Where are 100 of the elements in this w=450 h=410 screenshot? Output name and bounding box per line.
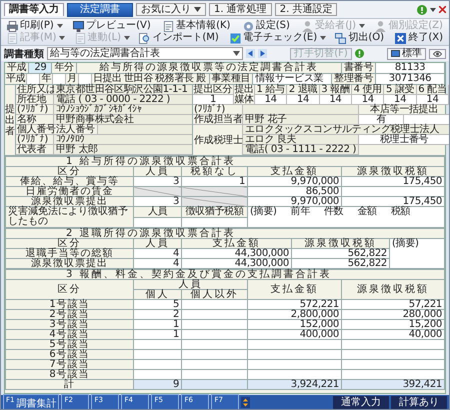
- table-cell[interactable]: 86,500: [248, 186, 342, 196]
- table-cell[interactable]: 562,822: [292, 248, 390, 258]
- media-value[interactable]: 14: [320, 95, 352, 104]
- view-button[interactable]: 標準: [387, 48, 426, 60]
- function-key-button[interactable]: F7: [211, 394, 240, 409]
- caret-icon[interactable]: [320, 36, 326, 40]
- toolbar-button[interactable]: 電子チェック(E): [228, 32, 320, 44]
- date-unit-label: 日提出: [92, 74, 123, 84]
- column-header: 人員: [134, 206, 182, 217]
- menu-button[interactable]: 1. 通常処理: [209, 3, 272, 16]
- table-cell[interactable]: 2,800,000: [248, 310, 342, 320]
- status-text: 計算あり: [391, 396, 447, 408]
- status-text: 通常入力: [333, 396, 389, 408]
- previous-arrow-icon[interactable]: [246, 49, 255, 58]
- field-value[interactable]: 甲野商事株式会社: [54, 115, 192, 125]
- menu-button[interactable]: 2. 共通設定: [274, 3, 338, 16]
- field-value[interactable]: 甲野 花子: [243, 115, 360, 125]
- field-value[interactable]: ｺｳﾉｼｮｳｼﾞｶﾌﾞｼｷｶﾞｲｼｬ: [54, 105, 192, 115]
- table-cell[interactable]: 175,450: [342, 196, 444, 206]
- table-cell[interactable]: 9,970,000: [248, 196, 342, 206]
- table-cell[interactable]: 9,970,000: [248, 176, 342, 186]
- document-type-dropdown[interactable]: 給与等の法定調書合計表: [47, 47, 243, 60]
- field-value[interactable]: ｺｳﾉﾀﾛｳ: [54, 135, 192, 145]
- help-icon[interactable]: [417, 4, 427, 14]
- toolbar-button[interactable]: 印刷(P): [5, 20, 56, 32]
- caret-icon: [233, 51, 240, 56]
- field-value[interactable]: 東京都世田谷区駒沢公園1-1-1: [54, 85, 192, 95]
- spinner-icon[interactable]: [241, 396, 250, 408]
- column-header: 源泉徴収税額: [342, 166, 444, 176]
- section-title: 給与所得の源泉徴収票合計表: [80, 156, 236, 167]
- toolbar-button[interactable]: 基本情報(K): [161, 20, 232, 32]
- field-value[interactable]: 電話( 03 - 1111 - 2222 ): [243, 145, 360, 155]
- media-value[interactable]: 14: [352, 95, 384, 104]
- filing-class-value[interactable]: 1: [193, 95, 233, 104]
- date-field[interactable]: [78, 74, 92, 84]
- function-key-button[interactable]: $^{F1}$ 調書集計: [3, 394, 60, 409]
- toolbar-button[interactable]: 設定(S): [240, 20, 292, 32]
- toolbar-button[interactable]: 終了(X): [393, 32, 445, 44]
- row-label: 6号該当: [6, 350, 134, 360]
- monitor-icon: [73, 20, 84, 32]
- field-value[interactable]: 電話 ( 03 - 0000 - 2222 ): [54, 95, 192, 105]
- function-key-button[interactable]: F3: [91, 394, 120, 409]
- date-field[interactable]: [52, 74, 66, 84]
- table-cell[interactable]: 3,924,221: [248, 380, 342, 390]
- table-cell[interactable]: 44,300,000: [182, 248, 292, 258]
- table-cell[interactable]: 175,450: [342, 176, 444, 186]
- table-cell[interactable]: 40,000: [342, 330, 444, 340]
- date-field[interactable]: [26, 74, 40, 84]
- function-key-button[interactable]: F5: [151, 394, 180, 409]
- close-icon[interactable]: [439, 6, 446, 13]
- toolbar-button[interactable]: プレビュー(V): [71, 20, 153, 32]
- toolbar-button[interactable]: 切出(O): [333, 32, 386, 44]
- table-cell[interactable]: 15,200: [342, 320, 444, 330]
- reference-number-field[interactable]: 3071346: [376, 74, 445, 84]
- table-cell[interactable]: 280,000: [342, 310, 444, 320]
- row-label: 退職手当等の総額: [6, 248, 134, 258]
- media-value[interactable]: 14: [416, 95, 448, 104]
- function-key-button[interactable]: F4: [121, 394, 150, 409]
- document-icon: [7, 32, 18, 44]
- menu-button[interactable]: お気に入り: [136, 3, 206, 16]
- table-cell[interactable]: 57,221: [342, 300, 444, 310]
- note-label: 金額: [357, 207, 377, 216]
- table-cell[interactable]: 152,000: [248, 320, 342, 330]
- mode-button[interactable]: 法定調書: [67, 2, 133, 16]
- field-value[interactable]: エロクタックスコンサルティング税理士法人: [243, 125, 449, 135]
- document-tab[interactable]: 調書等入力: [4, 3, 64, 16]
- number-field[interactable]: [98, 125, 192, 134]
- column-header: 支払金額: [248, 166, 342, 176]
- head-office-value[interactable]: 有: [359, 115, 404, 125]
- table-cell[interactable]: 400,000: [248, 330, 342, 340]
- field-value[interactable]: 甲野 太郎: [54, 145, 192, 155]
- function-key-button[interactable]: F6: [181, 394, 210, 409]
- business-field[interactable]: 情報サービス業: [253, 74, 332, 84]
- field-value[interactable]: [243, 105, 360, 115]
- media-value[interactable]: 14: [255, 95, 286, 104]
- submitter-label: 提出者: [5, 104, 15, 136]
- table-cell[interactable]: 392,421: [342, 380, 444, 390]
- help-icon[interactable]: [354, 49, 364, 58]
- table-cell[interactable]: 572,221: [248, 300, 342, 310]
- note-label: 前年: [290, 207, 310, 216]
- table-cell[interactable]: 562,822: [292, 258, 390, 268]
- media-value[interactable]: 14: [287, 95, 319, 104]
- magnifier-icon: [139, 32, 150, 44]
- caret-icon[interactable]: [430, 8, 436, 12]
- toggle-button[interactable]: [429, 48, 446, 58]
- media-value[interactable]: 14: [384, 95, 416, 104]
- doc-number-field[interactable]: 81133: [376, 63, 445, 73]
- caret-icon[interactable]: [56, 24, 63, 28]
- column-header: 徴収猶予税額: [182, 206, 248, 217]
- note-label: (摘要): [392, 238, 419, 249]
- row-label: 5号該当: [6, 340, 134, 350]
- toolbar-button[interactable]: インポート(M): [137, 32, 221, 44]
- person-icon: [302, 20, 314, 32]
- next-arrow-icon[interactable]: [258, 49, 267, 58]
- year-field[interactable]: 29: [29, 63, 52, 73]
- field-value[interactable]: エロク 良夫: [243, 135, 360, 145]
- table-cell[interactable]: 44,300,000: [182, 258, 292, 268]
- row-label: 1号該当: [6, 300, 134, 310]
- close-icon: [395, 32, 406, 44]
- function-key-button[interactable]: F2: [61, 394, 90, 409]
